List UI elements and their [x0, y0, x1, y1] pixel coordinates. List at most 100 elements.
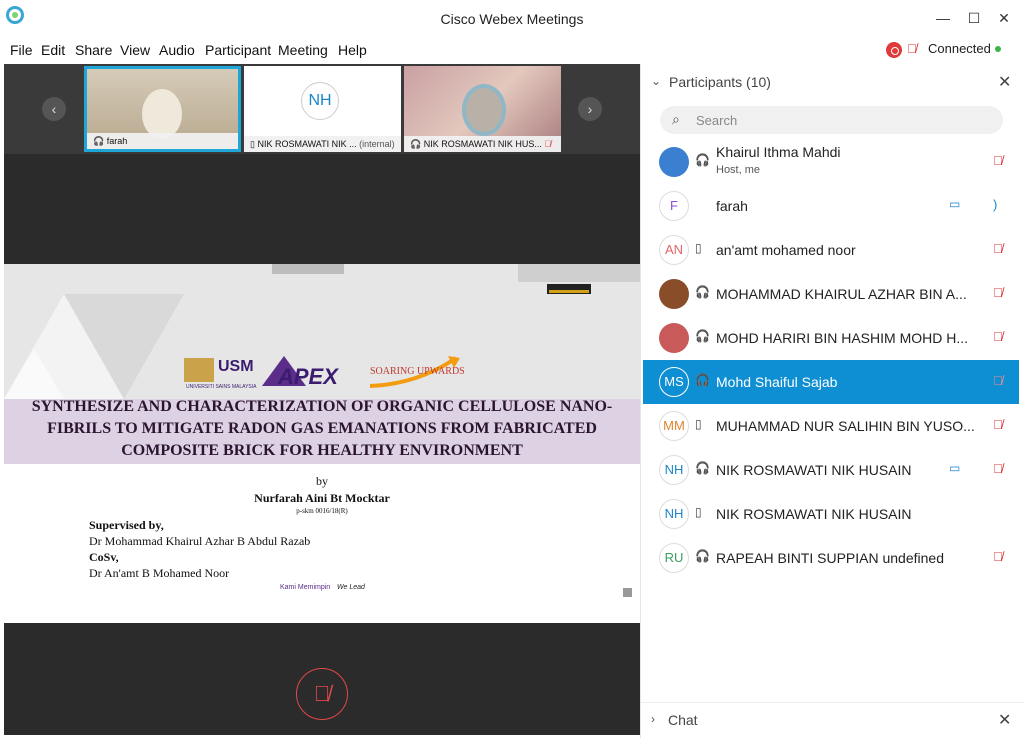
filmstrip-prev-button[interactable]: ‹ [42, 97, 66, 121]
participant-role: Host, me [716, 164, 761, 176]
participant-row[interactable]: AN ▯ an'amt mohamed noor 🎙̸ [643, 228, 1019, 272]
avatar: RU [659, 543, 689, 573]
close-panel-icon[interactable]: ✕ [998, 72, 1011, 92]
menu-share[interactable]: Share [75, 42, 112, 58]
headset-icon: 🎧 [695, 329, 710, 343]
participant-name: an'amt mohamed noor [716, 242, 856, 258]
svg-text:SOARING UPWARDS: SOARING UPWARDS [370, 366, 464, 377]
mic-muted-icon[interactable]: 🎙̸ [993, 417, 1003, 432]
participant-row[interactable]: Ffarah ▭) [643, 184, 1019, 228]
close-button[interactable]: ✕ [994, 8, 1014, 28]
usm-logo-subtitle: UNIVERSITI SAINS MALAYSIA [186, 384, 257, 390]
record-icon[interactable] [886, 42, 902, 58]
menu-file[interactable]: File [10, 42, 33, 58]
usm-crest-icon [184, 358, 214, 382]
window-title: Cisco Webex Meetings [440, 11, 584, 27]
search-icon: ⌕ [672, 111, 680, 127]
meeting-stage: ‹ 🎧 farah NH ▯ NIK ROSMAWATI NIK ... (in… [4, 64, 640, 735]
slide-cosv: CoSv, [89, 550, 119, 564]
connection-status: Connected [928, 41, 991, 56]
mic-muted-icon[interactable]: 🎙̸ [993, 461, 1003, 476]
avatar: AN [659, 235, 689, 265]
slide-tagline-malay: Kami Memimpin [280, 584, 331, 591]
participant-name: MOHD HARIRI BIN HASHIM MOHD H... [716, 330, 969, 346]
participant-row[interactable]: 🎧 MOHAMMAD KHAIRUL AZHAR BIN A... 🎙̸ [643, 272, 1019, 316]
connected-dot-icon [995, 46, 1001, 52]
video-camera-icon[interactable]: ▭ [949, 461, 960, 475]
participant-name: NIK ROSMAWATI NIK HUSAIN [716, 462, 912, 478]
slide-supervised-by: Supervised by, [89, 518, 164, 532]
avatar: NH [659, 455, 689, 485]
tile-label: ▯ NIK ROSMAWATI NIK ... (internal) [244, 136, 401, 152]
minimize-button[interactable]: — [933, 8, 953, 28]
participant-name: farah [716, 198, 748, 214]
menu-participant[interactable]: Participant [205, 42, 271, 58]
participants-header[interactable]: ⌄ Participants (10) ✕ [641, 64, 1024, 100]
menu-help[interactable]: Help [338, 42, 367, 58]
maximize-button[interactable]: ☐ [964, 8, 984, 28]
headset-icon: 🎧 [695, 549, 710, 563]
participant-row[interactable]: RU 🎧 RAPEAH BINTI SUPPIAN undefined 🎙̸ [643, 536, 1019, 580]
avatar: NH [301, 82, 339, 120]
qr-code-icon [623, 588, 632, 597]
participant-row[interactable]: MM ▯ MUHAMMAD NUR SALIHIN BIN YUSO... 🎙̸ [643, 404, 1019, 448]
mic-muted-icon[interactable]: 🎙̸ [993, 241, 1003, 256]
participant-row[interactable]: MS 🎧 Mohd Shaiful Sajab 🎙̸ [643, 360, 1019, 404]
menu-view[interactable]: View [120, 42, 150, 58]
chevron-down-icon[interactable]: ⌄ [651, 74, 661, 88]
participant-video-icon [142, 89, 182, 139]
participant-row[interactable]: 🎧 Khairul Ithma Mahdi Host, me 🎙̸ [643, 140, 1019, 184]
phone-icon: ▯ [695, 241, 702, 255]
mic-muted-icon[interactable]: 🎙̸ [993, 285, 1003, 300]
participant-name: MUHAMMAD NUR SALIHIN BIN YUSO... [716, 418, 975, 434]
slide-tagline-english: We Lead [337, 584, 365, 591]
filmstrip-next-button[interactable]: › [578, 97, 602, 121]
headset-icon: 🎧 [695, 373, 710, 387]
menu-meeting[interactable]: Meeting [278, 42, 328, 58]
avatar: MM [659, 411, 689, 441]
mic-muted-icon[interactable]: 🎙̸ [993, 153, 1003, 168]
chevron-right-icon[interactable]: › [651, 712, 655, 726]
participant-name: Mohd Shaiful Sajab [716, 374, 838, 390]
mic-muted-icon[interactable]: 🎙̸ [993, 373, 1003, 388]
phone-icon: ▯ [695, 505, 702, 519]
avatar [659, 279, 689, 309]
participant-name: NIK ROSMAWATI NIK HUSAIN [716, 506, 912, 522]
participant-row[interactable]: 🎧 MOHD HARIRI BIN HASHIM MOHD H... 🎙̸ [643, 316, 1019, 360]
slide-by: by [316, 474, 328, 488]
headset-icon: 🎧 [695, 153, 710, 167]
participant-row[interactable]: NH 🎧 NIK ROSMAWATI NIK HUSAIN ▭ 🎙̸ [643, 448, 1019, 492]
search-input[interactable] [694, 110, 984, 130]
slide-supervisor: Dr Mohammad Khairul Azhar B Abdul Razab [89, 534, 311, 548]
participant-video-icon [462, 84, 506, 136]
menu-edit[interactable]: Edit [41, 42, 65, 58]
headset-icon: 🎧 [695, 461, 710, 475]
tile-label: 🎧 farah [87, 133, 238, 149]
video-tile-nik-rosmawati[interactable]: 🎧 NIK ROSMAWATI NIK HUS... 🎙̸ [404, 66, 561, 152]
title-bar: Cisco Webex Meetings — ☐ ✕ [0, 0, 1024, 38]
mic-muted-icon[interactable]: 🎙̸ [993, 329, 1003, 344]
shared-slide: USM UNIVERSITI SAINS MALAYSIA APEX SOARI… [4, 264, 640, 623]
slide-cosupervisor: Dr An'amt B Mohamed Noor [89, 566, 230, 580]
mic-muted-icon[interactable]: 🎙̸ [907, 41, 917, 56]
participants-title: Participants (10) [669, 74, 771, 90]
avatar [659, 147, 689, 177]
video-tile-farah[interactable]: 🎧 farah [84, 66, 241, 152]
slide-student-id: p-skm 0016/18(R) [296, 507, 348, 515]
participant-row[interactable]: NH ▯ NIK ROSMAWATI NIK HUSAIN [643, 492, 1019, 536]
phone-icon: ▯ [695, 417, 702, 431]
headset-icon: 🎧 [695, 285, 710, 299]
unmute-button[interactable]: 🎙̸ [296, 668, 348, 720]
speaking-indicator-icon: ) [993, 197, 998, 212]
video-tile-nh[interactable]: NH ▯ NIK ROSMAWATI NIK ... (internal) [244, 66, 401, 152]
svg-text:APEX: APEX [277, 364, 339, 388]
avatar [659, 323, 689, 353]
close-chat-icon[interactable]: ✕ [998, 710, 1011, 730]
slide-title: SYNTHESIZE AND CHARACTERIZATION OF ORGAN… [31, 398, 613, 459]
chat-section[interactable]: › Chat ✕ [641, 702, 1024, 738]
mic-muted-icon[interactable]: 🎙̸ [993, 549, 1003, 564]
slide-author: Nurfarah Aini Bt Mocktar [254, 491, 390, 505]
menu-audio[interactable]: Audio [159, 42, 195, 58]
video-camera-icon[interactable]: ▭ [949, 197, 960, 211]
search-box[interactable]: ⌕ [660, 106, 1003, 134]
